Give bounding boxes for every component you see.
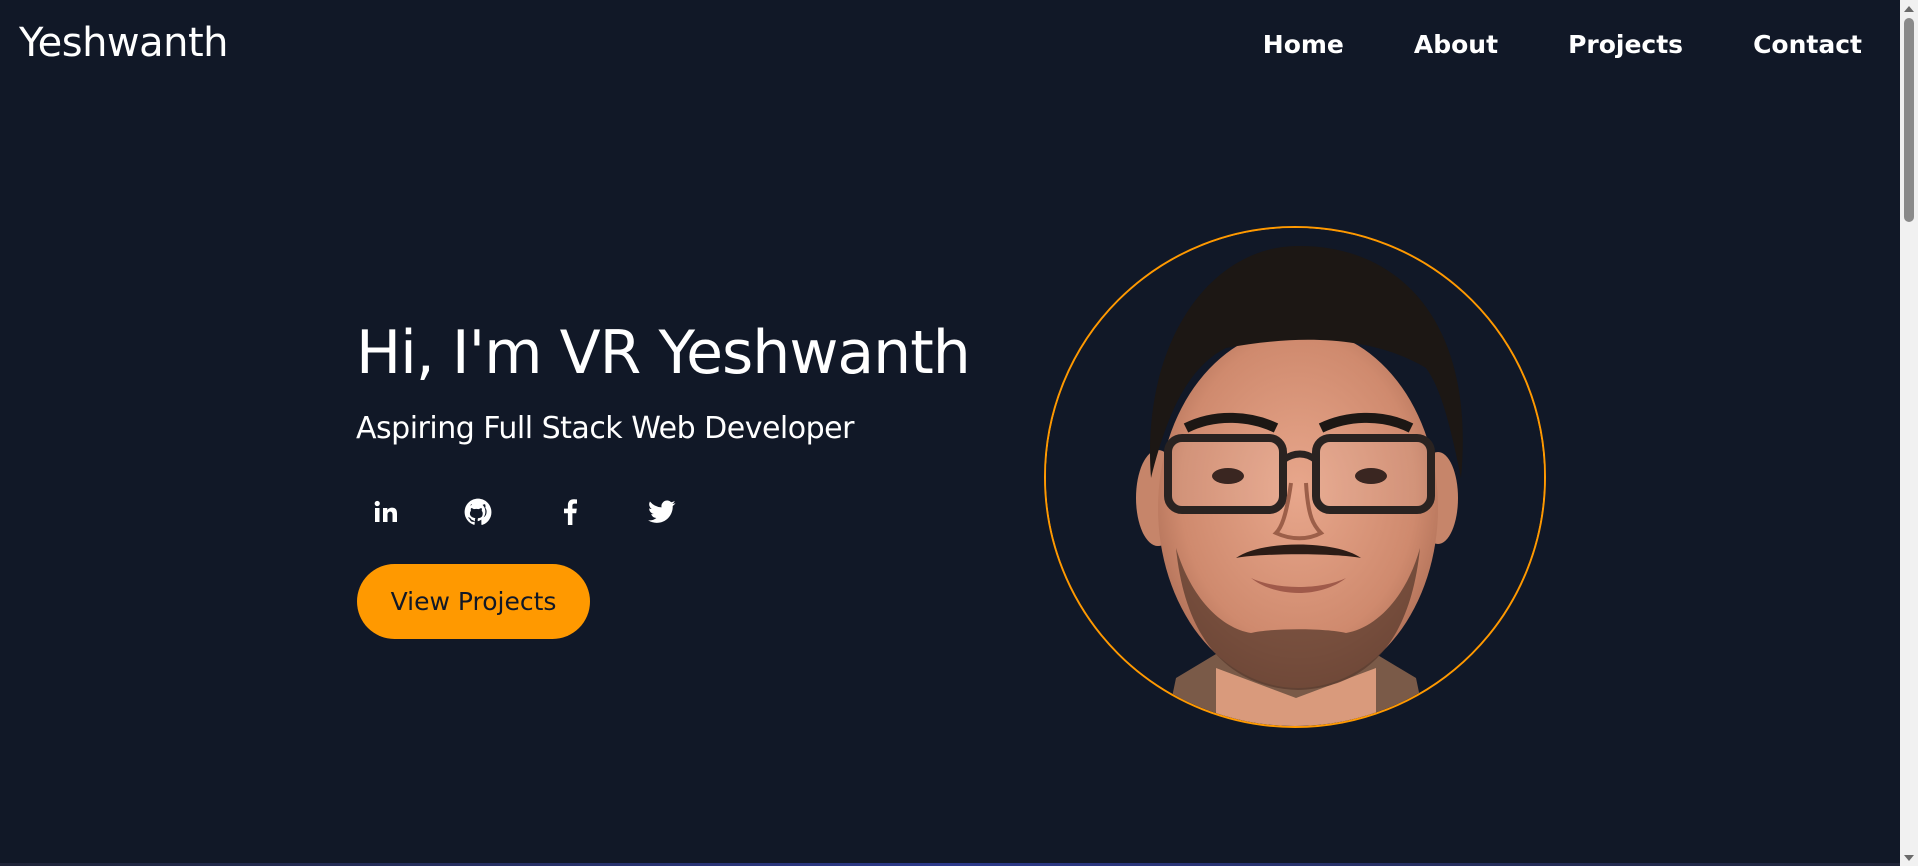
- nav-link-contact[interactable]: Contact: [1753, 30, 1862, 59]
- navbar: Yeshwanth Home About Projects Contact: [0, 0, 1900, 92]
- scroll-down-arrow-icon[interactable]: [1900, 850, 1918, 866]
- nav-link-about[interactable]: About: [1414, 30, 1498, 59]
- twitter-icon: [648, 500, 676, 524]
- linkedin-link[interactable]: [356, 492, 416, 532]
- profile-photo: [1044, 226, 1546, 728]
- vertical-scrollbar[interactable]: [1900, 0, 1918, 866]
- brand-logo[interactable]: Yeshwanth: [19, 20, 229, 66]
- github-icon: [464, 498, 492, 526]
- nav-link-home[interactable]: Home: [1263, 30, 1344, 59]
- linkedin-icon: [373, 500, 399, 524]
- twitter-link[interactable]: [632, 492, 692, 532]
- social-links: [356, 492, 724, 532]
- nav-links: Home About Projects Contact: [1193, 30, 1862, 59]
- facebook-icon: [562, 499, 578, 525]
- view-projects-button[interactable]: View Projects: [357, 564, 590, 639]
- hero-text: Hi, I'm VR Yeshwanth Aspiring Full Stack…: [356, 318, 971, 447]
- github-link[interactable]: [448, 492, 508, 532]
- facebook-link[interactable]: [540, 492, 600, 532]
- profile-portrait-illustration: [1046, 228, 1544, 726]
- hero-title: Hi, I'm VR Yeshwanth: [356, 318, 971, 388]
- nav-link-projects[interactable]: Projects: [1568, 30, 1683, 59]
- scrollbar-thumb[interactable]: [1904, 18, 1914, 222]
- scroll-up-arrow-icon[interactable]: [1900, 0, 1918, 16]
- hero-subtitle: Aspiring Full Stack Web Developer: [356, 411, 854, 446]
- page: Yeshwanth Home About Projects Contact Hi…: [0, 0, 1918, 866]
